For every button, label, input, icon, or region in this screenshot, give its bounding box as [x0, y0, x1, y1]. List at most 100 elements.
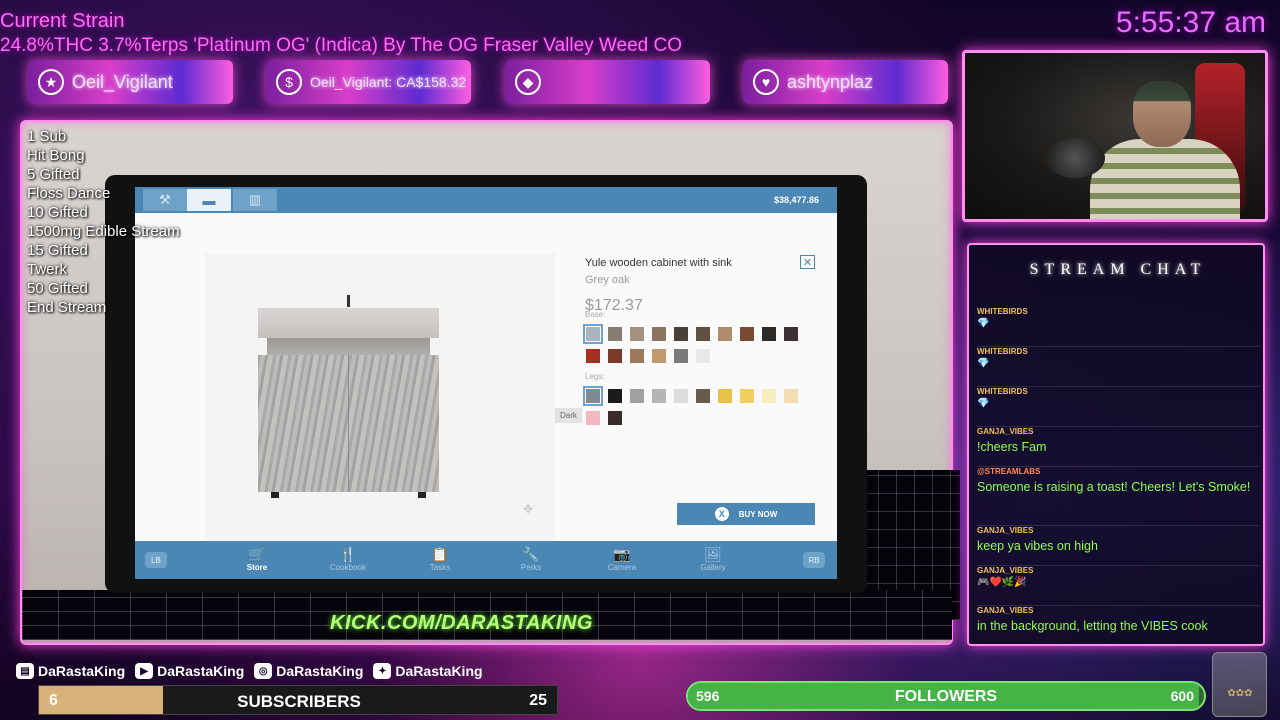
color-swatch[interactable]: [696, 389, 710, 403]
microphone: [1045, 138, 1105, 178]
chat-message: GANJA_VIBES 🎮❤️🌿🎉: [977, 566, 1259, 606]
diamond-icon: ◆: [515, 69, 541, 95]
tab-furniture[interactable]: ▬: [187, 189, 231, 211]
goal-item: 1500mg Edible Stream: [27, 223, 180, 240]
chat-message: WHITEBIRDS 💎: [977, 307, 1259, 347]
color-swatch[interactable]: [718, 327, 732, 341]
nav-cookbook[interactable]: 🍴 Cookbook: [318, 545, 378, 572]
product-name: Yule wooden cabinet with sink: [585, 257, 732, 269]
chat-username: GANJA_VIBES: [977, 526, 1034, 535]
follower-goal-bar: 596 FOLLOWERS 600: [686, 681, 1206, 711]
color-swatch[interactable]: [608, 389, 622, 403]
color-swatch[interactable]: [652, 327, 666, 341]
heart-icon: ♥: [753, 69, 779, 95]
color-swatch[interactable]: [652, 349, 666, 363]
instagram-link[interactable]: ◎ DaRastaKing: [254, 663, 363, 679]
color-swatch[interactable]: [762, 389, 776, 403]
banner-text: Oeil_Vigilant: [72, 71, 173, 92]
banner-text: Oeil_Vigilant: CA$158.32: [310, 74, 467, 90]
swatch-tooltip: Dark: [555, 408, 582, 423]
kick-channel-link: KICK.COM/DARASTAKING: [330, 612, 593, 634]
color-swatch[interactable]: [583, 324, 603, 344]
color-swatch[interactable]: [784, 327, 798, 341]
cabinet-foot: [271, 492, 279, 498]
close-button[interactable]: ✕: [800, 255, 815, 269]
donation-alert-banner: $ Oeil_Vigilant: CA$158.32: [266, 60, 471, 104]
subscriber-label: SUBSCRIBERS: [237, 692, 361, 711]
subscriber-alert-banner: ♥ ashtynplaz: [743, 60, 948, 104]
chat-text: Someone is raising a toast! Cheers! Let'…: [977, 480, 1251, 494]
color-swatch[interactable]: [674, 349, 688, 363]
tablet-top-bar: ⚒ ▬ ▥ $38,477.86: [135, 187, 837, 213]
jar-graphic: [1212, 652, 1267, 717]
utensils-icon: 🍴: [339, 546, 357, 562]
x-button-icon: X: [714, 507, 729, 521]
youtube-link[interactable]: ▶ DaRastaKing: [135, 663, 244, 679]
social-handle: DaRastaKing: [157, 663, 245, 679]
color-swatch[interactable]: [652, 389, 666, 403]
strain-title: Current Strain: [0, 10, 125, 32]
nav-store[interactable]: 🛒 Store: [227, 545, 287, 572]
goal-item: 10 Gifted: [27, 204, 88, 221]
tab-fence[interactable]: ▥: [233, 189, 277, 211]
color-swatch[interactable]: [718, 389, 732, 403]
camera-icon: 📷: [613, 546, 631, 562]
stream-chat-panel: STREAM CHAT WHITEBIRDS 💎 WHITEBIRDS 💎 WH…: [967, 243, 1265, 646]
follower-label: FOLLOWERS: [894, 688, 998, 705]
twitter-icon: ✦: [373, 663, 392, 679]
star-icon: ★: [38, 69, 64, 95]
lb-button[interactable]: LB: [145, 552, 167, 568]
rb-button[interactable]: RB: [803, 552, 825, 568]
buy-now-button[interactable]: X BUY NOW: [677, 503, 815, 525]
nav-label: Perks: [520, 563, 542, 572]
color-swatch[interactable]: [630, 327, 644, 341]
product-variant: Grey oak: [585, 274, 630, 286]
nav-tasks[interactable]: 📋 Tasks: [410, 545, 470, 572]
chat-username: GANJA_VIBES: [977, 427, 1034, 436]
cabinet-countertop: [258, 308, 439, 338]
color-swatch[interactable]: [740, 389, 754, 403]
color-swatch[interactable]: [608, 349, 622, 363]
subscriber-goal-bar: 6 SUBSCRIBERS 25: [38, 685, 558, 715]
color-swatch[interactable]: [674, 389, 688, 403]
color-swatch[interactable]: [784, 389, 798, 403]
nav-gallery[interactable]: 🖼 Gallery: [683, 545, 743, 572]
color-swatch[interactable]: [630, 389, 644, 403]
nav-label: Tasks: [429, 563, 451, 572]
chat-message: @STREAMLABS Someone is raising a toast! …: [977, 467, 1259, 526]
legs-label: Legs:: [585, 372, 605, 381]
goal-item: Hit Bong: [27, 147, 85, 164]
color-swatch[interactable]: [630, 349, 644, 363]
streamer-head: [1133, 81, 1191, 147]
color-swatch[interactable]: [586, 411, 600, 425]
color-swatch[interactable]: [696, 349, 710, 363]
webcam-frame: [962, 50, 1268, 222]
color-swatch[interactable]: [740, 327, 754, 341]
base-label: Base:: [585, 310, 606, 319]
nav-perks[interactable]: 🔧 Perks: [501, 545, 561, 572]
donation-goal-list: 1 Sub Hit Bong 5 Gifted Floss Dance 10 G…: [27, 127, 180, 317]
color-swatch[interactable]: [762, 327, 776, 341]
jar-buds: ✿✿✿: [1227, 688, 1253, 699]
chat-username: @STREAMLABS: [977, 467, 1041, 476]
stream-clock: 5:55:37 am: [1115, 6, 1266, 39]
color-swatch[interactable]: [696, 327, 710, 341]
color-swatch[interactable]: [608, 411, 622, 425]
twitter-link[interactable]: ✦ DaRastaKing: [373, 663, 483, 679]
wrench-icon: 🔧: [522, 546, 540, 562]
chat-text: keep ya vibes on high: [977, 539, 1098, 553]
close-icon: ✕: [802, 256, 813, 269]
goal-item: End Stream: [27, 299, 107, 316]
color-swatch[interactable]: [583, 386, 603, 406]
chat-username: GANJA_VIBES: [977, 566, 1034, 575]
instagram-icon: ◎: [254, 663, 273, 679]
tablet-screen: ⚒ ▬ ▥ $38,477.86 Yule wooden cabinet wit…: [135, 187, 837, 579]
social-links: ▤ DaRastaKing ▶ DaRastaKing ◎ DaRastaKing ✦…: [16, 663, 493, 679]
twitch-link[interactable]: ▤ DaRastaKing: [16, 663, 125, 679]
color-swatch[interactable]: [608, 327, 622, 341]
rotate-arrows-icon[interactable]: ✥: [515, 496, 541, 522]
nav-camera[interactable]: 📷 Camera: [592, 545, 652, 572]
color-swatch[interactable]: [586, 349, 600, 363]
nav-label: Gallery: [700, 563, 726, 572]
color-swatch[interactable]: [674, 327, 688, 341]
